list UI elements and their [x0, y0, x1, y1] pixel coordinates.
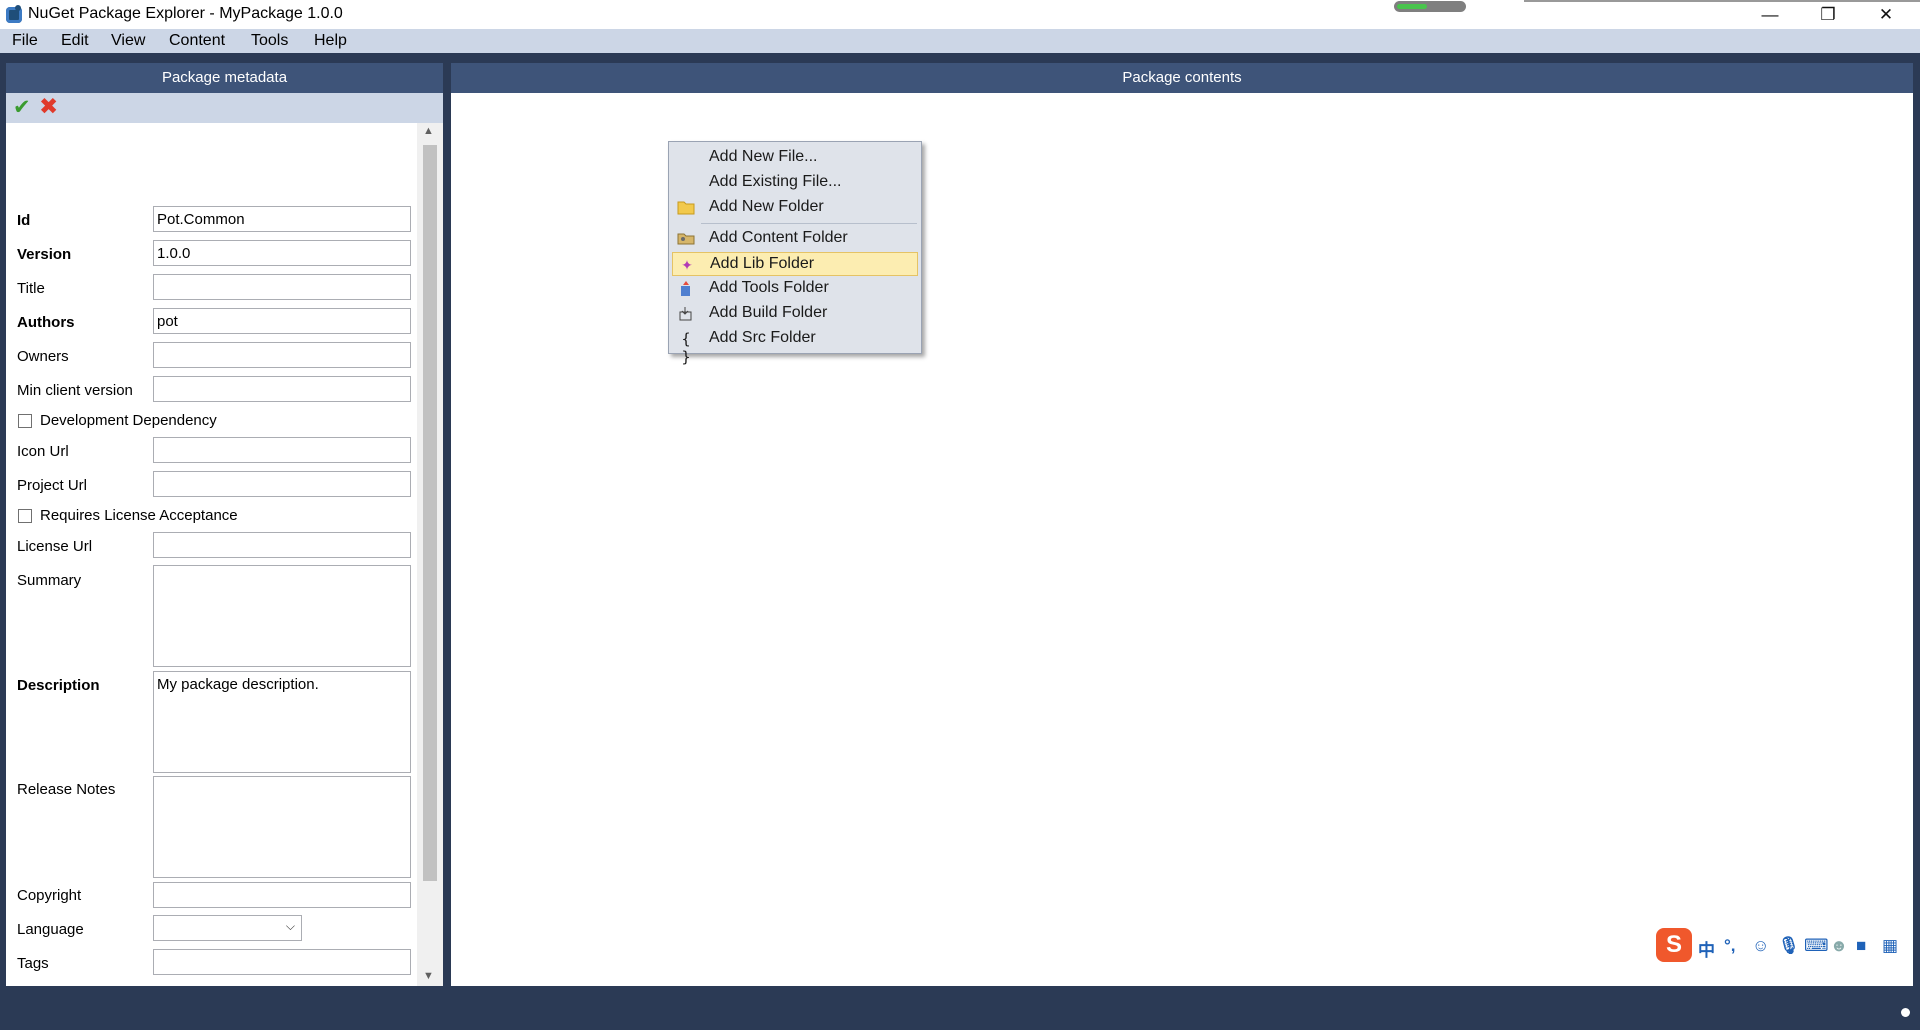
metadata-form: Id Pot.Common Version 1.0.0 Title Author… [6, 123, 417, 986]
content-folder-icon [677, 230, 695, 248]
title-field[interactable] [153, 274, 411, 300]
minimize-button[interactable]: — [1741, 0, 1799, 29]
ok-check-icon[interactable]: ✔ [13, 95, 31, 120]
development-dependency-checkbox[interactable] [18, 414, 32, 428]
context-menu: Add New File... Add Existing File... Add… [668, 141, 922, 366]
ime-toolbar: S 中 °, ☺ 🎙 ⌨ ☻ ■ ▦ [1656, 928, 1914, 964]
menu-tools[interactable]: Tools [251, 32, 288, 50]
menu-add-tools-folder[interactable]: Add Tools Folder [672, 277, 918, 301]
menu-add-existing-file[interactable]: Add Existing File... [672, 171, 918, 195]
metadata-toolbar: ✔ ✖ [6, 93, 443, 123]
version-label: Version [17, 246, 72, 263]
license-url-field[interactable] [153, 532, 411, 558]
authors-field[interactable]: pot [153, 308, 411, 334]
menu-add-src-folder[interactable]: { } Add Src Folder [672, 327, 918, 366]
keyboard-icon[interactable]: ⌨ [1804, 936, 1829, 956]
build-folder-icon [677, 305, 695, 323]
requires-license-checkbox[interactable] [18, 509, 32, 523]
status-dot [1901, 1008, 1910, 1017]
version-field[interactable]: 1.0.0 [153, 240, 411, 266]
ime-mode-toggle[interactable]: 中 [1698, 936, 1715, 961]
chevron-down-icon: ⌵ [285, 919, 295, 933]
language-label: Language [17, 921, 84, 938]
menu-bar: File Edit View Content Tools Help [0, 29, 1920, 53]
src-folder-icon: { } [681, 330, 691, 366]
close-button[interactable]: ✕ [1857, 0, 1915, 29]
menu-add-new-folder[interactable]: Add New Folder [672, 196, 918, 220]
menu-add-lib-folder[interactable]: ✦ Add Lib Folder [672, 252, 918, 276]
contents-header: Package contents [451, 63, 1913, 93]
menu-item-label: Add Src Folder [709, 329, 816, 346]
menu-item-label: Add Content Folder [709, 229, 848, 246]
user-icon[interactable]: ☻ [1830, 936, 1848, 956]
summary-label: Summary [17, 572, 82, 589]
title-bar: NuGet Package Explorer - MyPackage 1.0.0… [0, 0, 1920, 29]
menu-separator [701, 223, 917, 224]
id-label: Id [17, 212, 31, 229]
menu-item-label: Add Build Folder [709, 304, 828, 321]
menu-item-label: Add New File... [709, 148, 818, 165]
cancel-x-icon[interactable]: ✖ [39, 93, 58, 120]
menu-add-content-folder[interactable]: Add Content Folder [672, 227, 918, 251]
copyright-field[interactable] [153, 882, 411, 908]
license-url-label: License Url [17, 538, 93, 555]
owners-field[interactable] [153, 342, 411, 368]
progress-indicator [1394, 1, 1466, 12]
grid-icon[interactable]: ▦ [1882, 936, 1898, 956]
title-label: Title [17, 280, 45, 297]
shirt-icon[interactable]: ■ [1856, 936, 1866, 956]
progress-fill [1397, 4, 1427, 9]
app-icon [6, 5, 22, 23]
copyright-label: Copyright [17, 887, 82, 904]
metadata-scrollbar[interactable]: ▲ ▼ [417, 123, 443, 986]
min-client-version-field[interactable] [153, 376, 411, 402]
smiley-icon[interactable]: ☺ [1752, 936, 1769, 956]
menu-add-new-file[interactable]: Add New File... [672, 146, 918, 170]
project-url-label: Project Url [17, 477, 88, 494]
scroll-down-icon[interactable]: ▼ [423, 970, 434, 982]
scroll-up-icon[interactable]: ▲ [423, 125, 434, 137]
scroll-thumb[interactable] [423, 145, 437, 881]
tags-label: Tags [17, 955, 49, 972]
development-dependency-label: Development Dependency [40, 412, 217, 429]
icon-url-label: Icon Url [17, 443, 69, 460]
microphone-icon[interactable]: 🎙 [1778, 936, 1800, 956]
menu-item-label: Add Existing File... [709, 173, 842, 190]
owners-label: Owners [17, 348, 69, 365]
package-metadata-panel: Package metadata ✔ ✖ Id Pot.Common Versi… [6, 63, 443, 986]
menu-help[interactable]: Help [314, 32, 347, 50]
icon-url-field[interactable] [153, 437, 411, 463]
language-select[interactable]: ⌵ [153, 915, 302, 941]
menu-content[interactable]: Content [169, 32, 225, 50]
menu-view[interactable]: View [111, 32, 145, 50]
description-field[interactable]: My package description. [153, 671, 411, 773]
ime-punctuation-toggle[interactable]: °, [1724, 936, 1736, 956]
tools-folder-icon [677, 280, 695, 298]
release-notes-label: Release Notes [17, 781, 116, 798]
id-field[interactable]: Pot.Common [153, 206, 411, 232]
menu-item-label: Add New Folder [709, 198, 824, 215]
menu-edit[interactable]: Edit [61, 32, 89, 50]
requires-license-label: Requires License Acceptance [40, 507, 238, 524]
release-notes-field[interactable] [153, 776, 411, 878]
menu-add-build-folder[interactable]: Add Build Folder [672, 302, 918, 326]
authors-label: Authors [17, 314, 75, 331]
menu-file[interactable]: File [12, 32, 38, 50]
project-url-field[interactable] [153, 471, 411, 497]
description-label: Description [17, 677, 100, 694]
serviceable-label: Serviceable [40, 985, 118, 986]
ime-logo-icon[interactable]: S [1656, 928, 1692, 962]
min-client-version-label: Min client version [17, 382, 133, 399]
folder-icon [677, 199, 695, 217]
metadata-header: Package metadata [6, 63, 443, 93]
restore-button[interactable]: ❐ [1799, 0, 1857, 29]
tags-field[interactable] [153, 949, 411, 975]
summary-field[interactable] [153, 565, 411, 667]
lib-folder-icon: ✦ [681, 257, 693, 273]
window-title: NuGet Package Explorer - MyPackage 1.0.0 [28, 5, 343, 22]
menu-item-label: Add Tools Folder [709, 279, 829, 296]
menu-item-label: Add Lib Folder [710, 255, 815, 272]
